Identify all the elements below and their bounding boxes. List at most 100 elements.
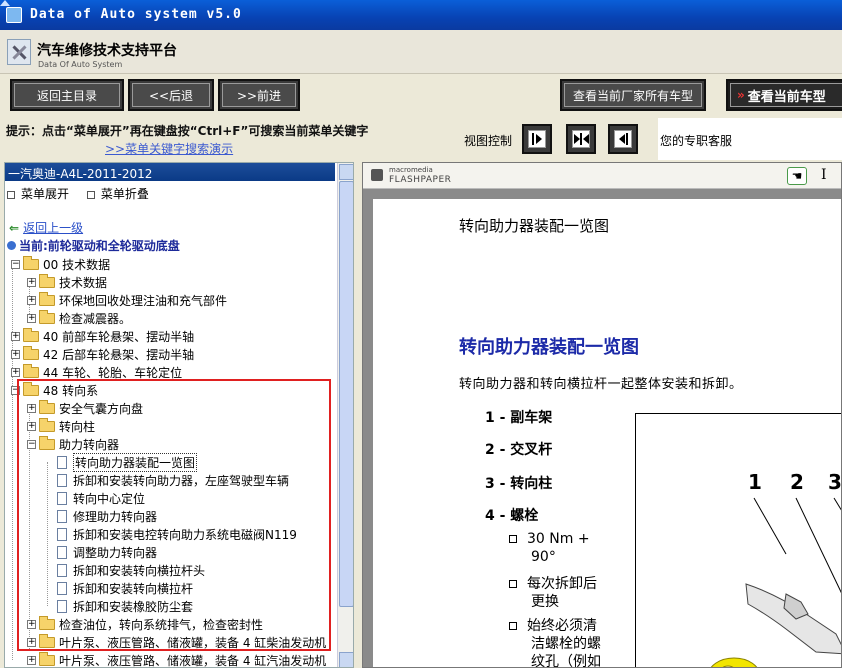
- app-name-cn: 汽车维修技术支持平台: [37, 43, 177, 59]
- back-button-label: <<后退: [148, 88, 194, 103]
- nav-toolbar: 返回主目录 <<后退 >>前进 查看当前厂家所有车型 » 查看当前车型: [0, 74, 842, 118]
- scroll-down-icon[interactable]: [339, 652, 353, 667]
- tree-item-label: 环保地回收处理注油和充气部件: [59, 293, 228, 308]
- expand-node-icon[interactable]: +: [27, 313, 36, 323]
- document-heading: 转向助力器装配一览图: [459, 337, 639, 358]
- expand-node-icon[interactable]: +: [27, 655, 36, 665]
- tree-folder-item[interactable]: + 技术数据: [27, 273, 107, 291]
- current-model-button-label: 查看当前车型: [747, 89, 826, 105]
- view-left-panel-button[interactable]: [608, 124, 638, 154]
- expand-node-icon[interactable]: +: [11, 349, 20, 359]
- tree-item-label: 检查减震器。: [59, 311, 132, 326]
- bullet-box-icon: [509, 580, 517, 588]
- bullet-text: 更换: [531, 594, 559, 610]
- part-item: 4 - 螺栓: [485, 508, 539, 524]
- folder-icon: [23, 255, 39, 270]
- current-model-button[interactable]: » 查看当前车型: [726, 79, 842, 111]
- text-select-icon[interactable]: I: [821, 167, 827, 183]
- expand-icon: [7, 190, 15, 199]
- document-page: 转向助力器装配一览图 转向助力器装配一览图 转向助力器和转向横拉杆一起整体安装和…: [373, 199, 841, 668]
- tree-item-label: 技术数据: [59, 275, 108, 290]
- back-up-label: 返回上一级: [23, 221, 84, 235]
- assembly-figure: 1 2 3: [635, 413, 841, 667]
- menu-collapse-link[interactable]: 菜单折叠: [101, 187, 149, 201]
- app-header: 汽车维修技术支持平台 Data Of Auto System: [0, 30, 842, 74]
- car-model-label: 一汽奥迪-A4L-2011-2012: [8, 167, 153, 181]
- expand-node-icon[interactable]: +: [11, 331, 20, 341]
- viewer-toolbar: macromedia FLASHPAPER ☚ I: [363, 163, 841, 189]
- bullet-box-icon: [509, 622, 517, 630]
- bullet-text: 每次拆卸后: [527, 576, 597, 592]
- menu-sidebar: 一汽奥迪-A4L-2011-2012 菜单展开 菜单折叠 ⇐ 返回上一级 当前:前…: [4, 162, 354, 668]
- tree-folder-item[interactable]: +40 前部车轮悬架、摆动半轴: [11, 327, 194, 345]
- view-control-label: 视图控制: [464, 134, 513, 148]
- hand-tool-icon[interactable]: ☚: [787, 167, 807, 185]
- part-item: 1 - 副车架: [485, 410, 553, 426]
- green-arrow-icon: ⇐: [9, 221, 20, 235]
- brand-name: FLASHPAPER: [389, 175, 452, 185]
- bullet-item: 始终必须清: [509, 615, 597, 635]
- folder-icon: [23, 345, 39, 360]
- forward-button[interactable]: >>前进: [218, 79, 300, 111]
- part-item: 3 - 转向柱: [485, 476, 553, 492]
- scroll-thumb[interactable]: [339, 181, 353, 607]
- bullet-text: 始终必须清: [527, 618, 597, 634]
- back-button[interactable]: <<后退: [128, 79, 214, 111]
- folder-icon: [23, 327, 39, 342]
- forward-button-label: >>前进: [236, 88, 282, 103]
- menu-expand-link[interactable]: 菜单展开: [21, 187, 69, 201]
- collapse-node-icon[interactable]: −: [11, 259, 20, 269]
- location-pin-icon: [7, 241, 16, 250]
- all-models-button-label: 查看当前厂家所有车型: [572, 88, 693, 103]
- folder-icon: [39, 273, 55, 288]
- app-icon: [6, 7, 22, 23]
- expand-node-icon[interactable]: +: [27, 295, 36, 305]
- sidebar-scrollbar[interactable]: [337, 163, 353, 667]
- bullet-box-icon: [509, 535, 517, 543]
- current-location: 当前:前轮驱动和全轮驱动底盘: [7, 237, 180, 254]
- bullet-text: 90°: [531, 549, 556, 565]
- tree-item-label: 44 车轮、轮胎、车轮定位: [43, 365, 183, 380]
- brand-small: macromedia: [389, 166, 433, 174]
- document-intro: 转向助力器和转向横拉杆一起整体安装和拆卸。: [459, 377, 743, 392]
- tree-folder-item[interactable]: − 00 技术数据: [11, 255, 110, 273]
- wrench-logo-icon: [7, 39, 31, 65]
- bullet-text: 纹孔（例如: [531, 654, 601, 668]
- bullet-text: 洁螺栓的螺: [531, 636, 601, 652]
- home-button-label: 返回主目录: [36, 88, 97, 103]
- view-split-button[interactable]: [566, 124, 596, 154]
- menu-controls: 菜单展开 菜单折叠: [7, 185, 149, 202]
- tree-item-label: 00 技术数据: [43, 257, 111, 272]
- expand-node-icon[interactable]: +: [11, 367, 20, 377]
- tree-folder-item[interactable]: + 叶片泵、液压管路、储液罐，装备 4 缸汽油发动机: [27, 651, 327, 668]
- customer-service-label: 您的专职客服: [660, 134, 733, 148]
- bullet-text: 30 Nm +: [527, 531, 590, 547]
- current-location-label: 当前:前轮驱动和全轮驱动底盘: [19, 239, 180, 253]
- folder-icon: [39, 291, 55, 306]
- back-up-link[interactable]: ⇐ 返回上一级: [9, 219, 83, 236]
- tree-folder-item[interactable]: + 检查减震器。: [27, 309, 131, 327]
- car-model-bar: 一汽奥迪-A4L-2011-2012: [5, 163, 335, 181]
- document-viewer: macromedia FLASHPAPER ☚ I 转向助力器装配一览图 转向助…: [362, 162, 842, 668]
- titlebar-arrow-icon: [0, 0, 10, 6]
- window-titlebar: Data of Auto system v5.0: [0, 0, 842, 30]
- hint-bar: 提示：点击“菜单展开”再在键盘按“Ctrl+F”可搜索当前菜单关键字 >>菜单关…: [0, 118, 842, 160]
- customer-service[interactable]: 您的专职客服: [658, 118, 842, 160]
- bullet-item: 30 Nm +: [509, 531, 590, 547]
- tree-folder-item[interactable]: +42 后部车轮悬架、摆动半轴: [11, 345, 194, 363]
- home-button[interactable]: 返回主目录: [10, 79, 124, 111]
- flashpaper-logo-icon: [371, 169, 383, 181]
- app-name-en: Data Of Auto System: [38, 60, 123, 69]
- folder-icon: [39, 309, 55, 324]
- tree-item-label: 40 前部车轮悬架、摆动半轴: [43, 329, 195, 344]
- collapse-icon: [86, 190, 95, 199]
- view-right-panel-button[interactable]: [522, 124, 552, 154]
- highlight-box: [17, 379, 331, 651]
- scroll-up-icon[interactable]: [339, 164, 353, 180]
- all-models-button[interactable]: 查看当前厂家所有车型: [560, 79, 706, 111]
- tree-folder-item[interactable]: + 环保地回收处理注油和充气部件: [27, 291, 227, 309]
- search-demo-link[interactable]: >>菜单关键字搜索演示: [105, 140, 233, 157]
- expand-node-icon[interactable]: +: [27, 277, 36, 287]
- part-item: 2 - 交叉杆: [485, 442, 553, 458]
- tree-item-label: 叶片泵、液压管路、储液罐，装备 4 缸汽油发动机: [59, 653, 327, 668]
